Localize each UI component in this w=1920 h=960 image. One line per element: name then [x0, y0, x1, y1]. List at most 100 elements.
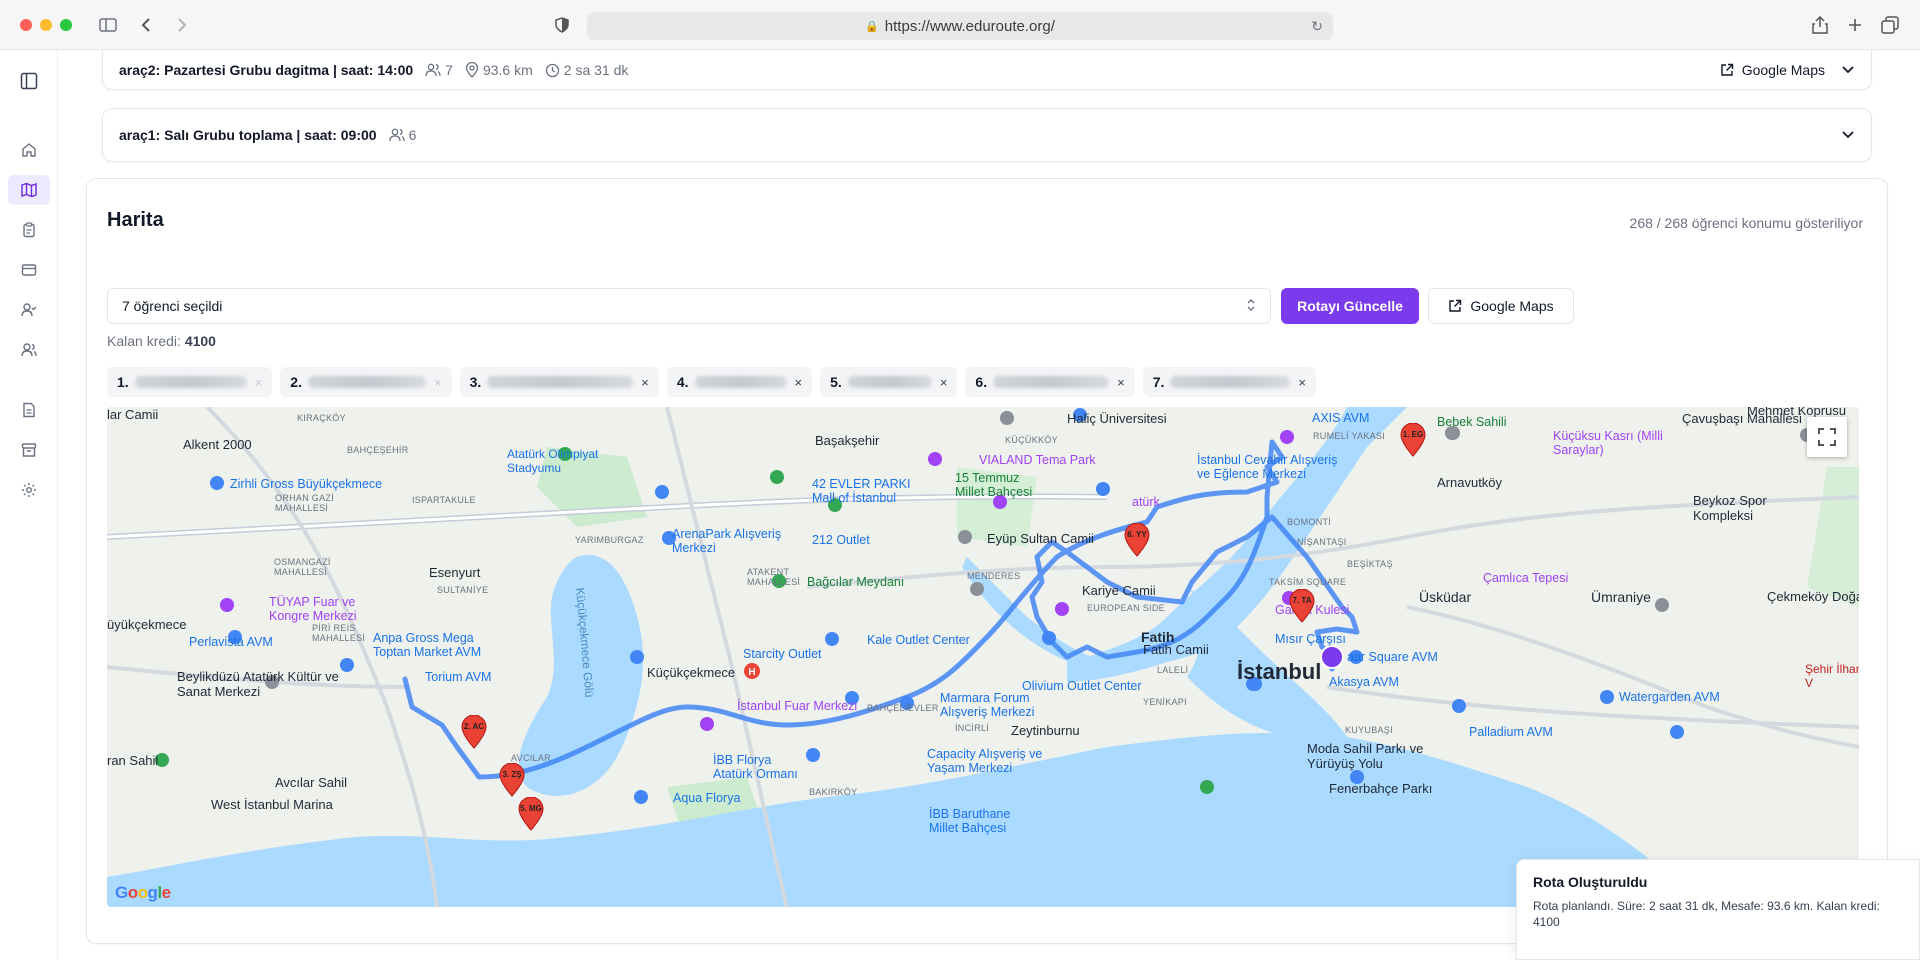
student-select-value: 7 öğrenci seçildi	[122, 298, 223, 314]
map-label: İBB Baruthane Millet Bahçesi	[929, 807, 1011, 835]
clipboard-icon[interactable]	[8, 215, 50, 245]
document-icon[interactable]	[8, 395, 50, 425]
external-link-icon	[1721, 63, 1733, 76]
harita-title: Harita	[107, 209, 164, 231]
reload-icon[interactable]: ↻	[1311, 18, 1323, 35]
map-label: ran Sahil	[107, 753, 159, 768]
map-label: AVCILAR	[511, 753, 551, 763]
map-label: Starcity Outlet	[743, 647, 822, 661]
svg-text:H: H	[748, 667, 755, 678]
remove-icon: ×	[641, 374, 649, 390]
share-icon[interactable]	[1808, 13, 1832, 37]
users-icon[interactable]	[8, 335, 50, 365]
back-icon[interactable]	[134, 13, 158, 37]
map-label: Watergarden AVM	[1619, 690, 1720, 704]
close-window-button[interactable]	[20, 19, 32, 31]
map-label: West İstanbul Marina	[211, 797, 333, 812]
student-pin[interactable]: 1. EG	[1400, 423, 1426, 457]
map-label: Beylikdüzü Atatürk Kültür ve Sanat Merke…	[177, 669, 339, 699]
privacy-shield-icon[interactable]	[550, 13, 574, 37]
chevron-updown-icon	[1246, 298, 1256, 315]
sidebar-toggle-icon[interactable]	[96, 13, 120, 37]
tab-overview-icon[interactable]	[1878, 13, 1902, 37]
map-label: İstanbul	[1237, 659, 1322, 684]
fullscreen-icon[interactable]	[1807, 417, 1847, 457]
map-icon[interactable]	[8, 175, 50, 205]
google-logo: Google	[115, 883, 171, 902]
chevron-down-icon[interactable]	[1841, 130, 1855, 140]
map-label: MENDERES	[967, 571, 1021, 581]
map-label: TÜYAP Fuar ve Kongre Merkezi	[269, 595, 357, 623]
map-label: KUYUBAŞI	[1345, 725, 1393, 735]
map-label: Olivium Outlet Center	[1022, 679, 1142, 693]
route-map[interactable]: H KIRAÇKÖY Alkent 2000 BAHÇEŞEHİR Zirhli…	[107, 407, 1859, 907]
route-duration: 2 sa 31 dk	[545, 62, 628, 78]
student-pin[interactable]: 3. ZŞ	[499, 763, 525, 797]
toast-body: Rota planlandı. Süre: 2 saat 31 dk, Mesa…	[1533, 899, 1880, 929]
maximize-window-button[interactable]	[60, 19, 72, 31]
student-chip[interactable]: 5. ×	[820, 367, 958, 397]
route-row-arac1[interactable]: araç1: Salı Grubu toplama | saat: 09:00 …	[102, 108, 1872, 162]
map-label: BEŞİKTAŞ	[1347, 559, 1393, 569]
student-pin[interactable]: 6. YY	[1124, 523, 1150, 557]
map-label: Küçüksu Kasrı (Milli Saraylar)	[1553, 429, 1663, 457]
route-distance: 93.6 km	[465, 62, 533, 78]
student-chip[interactable]: 3. ×	[459, 367, 659, 397]
student-chip[interactable]: 4. ×	[666, 367, 813, 397]
remove-icon: ×	[939, 374, 948, 390]
map-label: Başakşehir	[815, 433, 880, 448]
url-text: https://www.eduroute.org/	[884, 17, 1055, 35]
student-pin[interactable]: 2. AC	[461, 715, 487, 749]
map-label: Küçükçekmece	[647, 665, 736, 680]
map-label: PİRİ REİS MAHALLESİ	[312, 623, 366, 643]
address-bar[interactable]: 🔒 https://www.eduroute.org/ ↻	[587, 12, 1333, 40]
external-link-icon	[1449, 299, 1462, 312]
map-label: Çamlıca Tepesi	[1483, 571, 1569, 585]
forward-icon[interactable]	[170, 13, 194, 37]
harita-card: Harita 268 / 268 öğrenci konumu gösteril…	[86, 178, 1888, 944]
panel-toggle-icon[interactable]	[20, 72, 40, 92]
student-select[interactable]: 7 öğrenci seçildi	[107, 288, 1271, 324]
student-chip[interactable]: 6. ×	[965, 367, 1135, 397]
route-google-maps-link[interactable]: Google Maps	[1720, 62, 1825, 78]
remove-icon: ×	[794, 374, 803, 390]
route-title: araç2: Pazartesi Grubu dagitma | saat: 1…	[119, 62, 414, 78]
map-label: BAHÇELİEVLER	[867, 703, 939, 713]
google-maps-button[interactable]: Google Maps	[1428, 288, 1574, 324]
credit-card-icon[interactable]	[8, 255, 50, 285]
map-label: RUMELİ YAKASI	[1313, 431, 1386, 441]
map-label: ATAKENT MAHALLESİ	[747, 567, 801, 587]
chevron-down-icon[interactable]	[1841, 65, 1855, 75]
map-label: Moda Sahil Parkı ve Yürüyüş Yolu	[1307, 741, 1424, 771]
route-row-arac2[interactable]: araç2: Pazartesi Grubu dagitma | saat: 1…	[102, 50, 1872, 90]
student-pin[interactable]: 7. TA	[1289, 589, 1315, 623]
map-label: Capacity Alışveriş ve Yaşam Merkezi	[927, 747, 1043, 775]
map-label: Fenerbahçe Parkı	[1329, 781, 1433, 796]
student-pin[interactable]: 5. MG	[518, 797, 544, 831]
archive-icon[interactable]	[8, 435, 50, 465]
map-label: KÜÇÜKKÖY	[1005, 435, 1058, 445]
remove-icon: ×	[1298, 374, 1306, 390]
map-label: Marmara Forum Alışveriş Merkezi	[940, 691, 1035, 719]
map-label: Atatürk Olimpiyat Stadyumu	[507, 447, 599, 475]
map-label: Bağcılar Meydanı	[807, 575, 905, 589]
map-label: ORHAN GAZİ MAHALLESİ	[275, 493, 335, 513]
app-sidebar	[0, 50, 58, 960]
map-label: Kariye Camii	[1082, 583, 1156, 598]
student-chip[interactable]: 2. ×	[280, 367, 452, 397]
settings-gear-icon[interactable]	[8, 475, 50, 505]
user-check-icon[interactable]	[8, 295, 50, 325]
map-label: ISPARTAKULE	[412, 495, 476, 505]
map-label: 15 Temmuz Millet Bahçesi	[955, 471, 1033, 499]
student-chip[interactable]: 7. ×	[1142, 367, 1316, 397]
student-chip[interactable]: 1. ×	[107, 367, 273, 397]
minimize-window-button[interactable]	[40, 19, 52, 31]
map-label: Bebek Sahili	[1437, 415, 1507, 429]
update-route-button[interactable]: Rotayı Güncelle	[1281, 288, 1419, 324]
map-label: BAHÇEŞEHİR	[347, 445, 409, 455]
map-label: atürk	[1132, 495, 1160, 509]
new-tab-icon[interactable]	[1843, 13, 1867, 37]
home-icon[interactable]	[8, 135, 50, 165]
map-label: Palladium AVM	[1469, 725, 1553, 739]
map-label: Akasya AVM	[1329, 675, 1399, 689]
